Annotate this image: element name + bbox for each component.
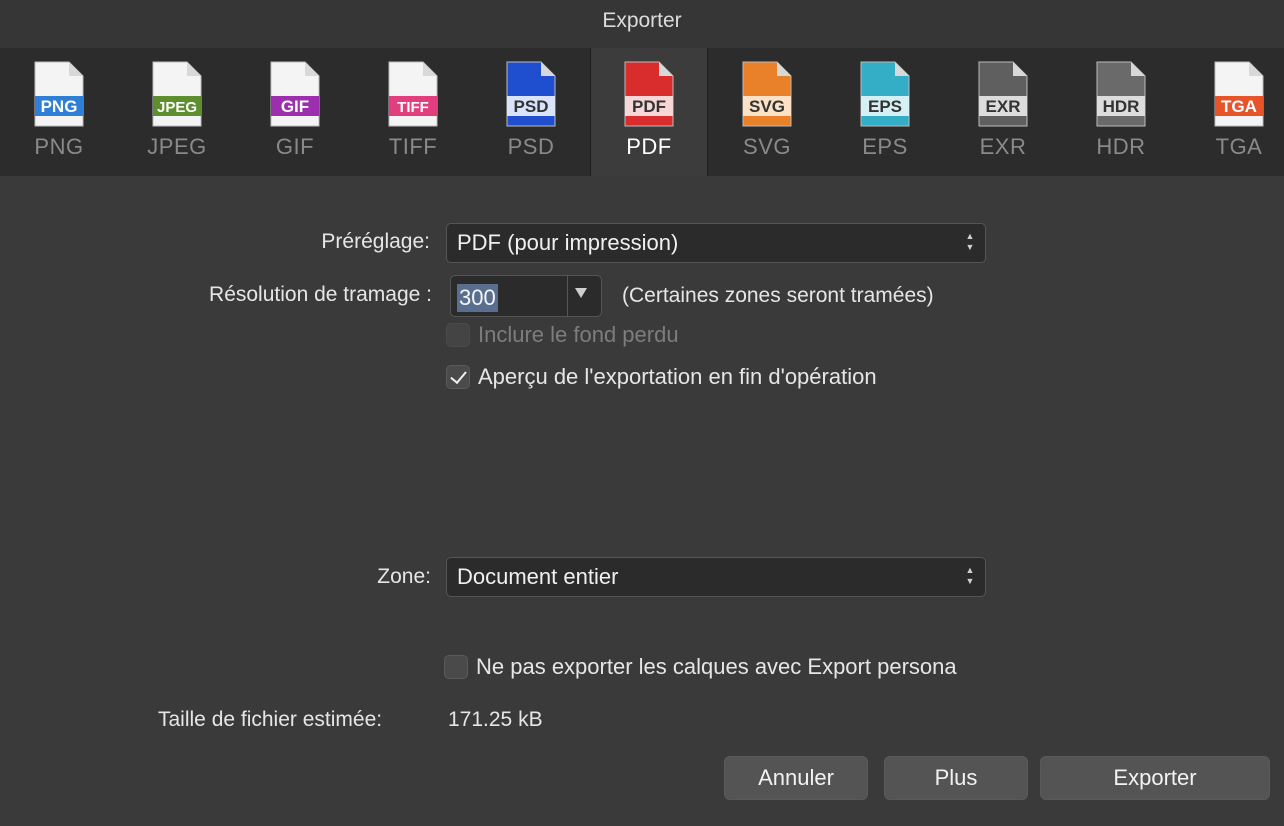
png-file-icon: PNG (34, 61, 84, 127)
persona-label: Ne pas exporter les calques avec Export … (476, 654, 957, 679)
export-dialog: Exporter PNG PNG JPEG JPEG GIF GIF TIFF TIFF PSD… (0, 0, 1284, 826)
raster-resolution-combo[interactable]: 300 (450, 275, 602, 317)
tab-label: EXR (979, 134, 1027, 159)
preview-option: Aperçu de l'exportation en fin d'opérati… (446, 364, 877, 390)
raster-resolution-value[interactable]: 300 (457, 284, 498, 312)
area-select[interactable]: Document entier ▲ ▼ (446, 557, 986, 597)
exr-file-icon: EXR (978, 61, 1028, 127)
preset-label: Préréglage: (321, 230, 430, 253)
file-badge-text: GIF (281, 97, 309, 116)
tab-label: JPEG (147, 134, 207, 159)
file-badge-text: EXR (986, 97, 1021, 116)
tab-tiff[interactable]: TIFF TIFF (354, 48, 472, 176)
area-value: Document entier (457, 564, 619, 589)
combo-divider (567, 276, 568, 316)
file-badge-text: PSD (514, 97, 549, 116)
tab-exr[interactable]: EXR EXR (944, 48, 1062, 176)
file-badge-text: HDR (1103, 97, 1140, 116)
tab-label: SVG (743, 134, 791, 159)
filesize-label: Taille de fichier estimée: (158, 708, 383, 731)
file-badge-text: EPS (868, 97, 902, 116)
more-button[interactable]: Plus (884, 756, 1028, 800)
export-button[interactable]: Exporter (1040, 756, 1270, 800)
tiff-file-icon: TIFF (388, 61, 438, 127)
preset-value: PDF (pour impression) (457, 230, 679, 255)
chevron-down-icon[interactable] (575, 288, 587, 298)
pdf-file-icon: PDF (624, 61, 674, 127)
persona-option: Ne pas exporter les calques avec Export … (444, 654, 957, 680)
file-badge-text: SVG (749, 97, 785, 116)
tab-svg[interactable]: SVG SVG (708, 48, 826, 176)
updown-chevron-icon: ▲ ▼ (965, 231, 975, 252)
tab-eps[interactable]: EPS EPS (826, 48, 944, 176)
psd-file-icon: PSD (506, 61, 556, 127)
tab-psd[interactable]: PSD PSD (472, 48, 590, 176)
tab-label: PDF (626, 134, 672, 159)
filesize-value: 171.25 kB (448, 708, 543, 731)
tab-label: EPS (862, 134, 908, 159)
tab-jpeg[interactable]: JPEG JPEG (118, 48, 236, 176)
tab-label: GIF (275, 134, 315, 159)
updown-chevron-icon: ▲ ▼ (965, 565, 975, 586)
raster-note: (Certaines zones seront tramées) (622, 284, 934, 307)
bleed-label: Inclure le fond perdu (478, 322, 679, 347)
raster-resolution-label: Résolution de tramage : (209, 283, 432, 306)
tab-label: PNG (34, 134, 84, 159)
persona-checkbox[interactable] (444, 655, 468, 679)
bleed-option: Inclure le fond perdu (446, 322, 679, 348)
cancel-button[interactable]: Annuler (724, 756, 868, 800)
dialog-title: Exporter (0, 0, 1284, 48)
eps-file-icon: EPS (860, 61, 910, 127)
file-badge-text: TIFF (397, 99, 429, 116)
tga-file-icon: TGA (1214, 61, 1264, 127)
bleed-checkbox[interactable] (446, 323, 470, 347)
tab-tga[interactable]: TGA TGA (1180, 48, 1284, 176)
preset-select[interactable]: PDF (pour impression) ▲ ▼ (446, 223, 986, 263)
tab-label: HDR (1096, 134, 1146, 159)
tab-label: TIFF (388, 134, 438, 159)
tab-png[interactable]: PNG PNG (0, 48, 118, 176)
file-badge-text: JPEG (157, 99, 197, 116)
tab-label: TGA (1215, 134, 1263, 159)
format-tab-bar: PNG PNG JPEG JPEG GIF GIF TIFF TIFF PSD PSD PDF PDF… (0, 48, 1284, 176)
tab-label: PSD (507, 134, 555, 159)
preview-label: Aperçu de l'exportation en fin d'opérati… (478, 364, 877, 389)
svg-file-icon: SVG (742, 61, 792, 127)
gif-file-icon: GIF (270, 61, 320, 127)
file-badge-text: PNG (41, 97, 78, 116)
tab-pdf[interactable]: PDF PDF (590, 48, 708, 176)
jpeg-file-icon: JPEG (152, 61, 202, 127)
file-badge-text: PDF (632, 97, 666, 116)
preview-checkbox[interactable] (446, 365, 470, 389)
tab-hdr[interactable]: HDR HDR (1062, 48, 1180, 176)
hdr-file-icon: HDR (1096, 61, 1146, 127)
tab-gif[interactable]: GIF GIF (236, 48, 354, 176)
file-badge-text: TGA (1221, 97, 1257, 116)
area-label: Zone: (377, 565, 431, 588)
